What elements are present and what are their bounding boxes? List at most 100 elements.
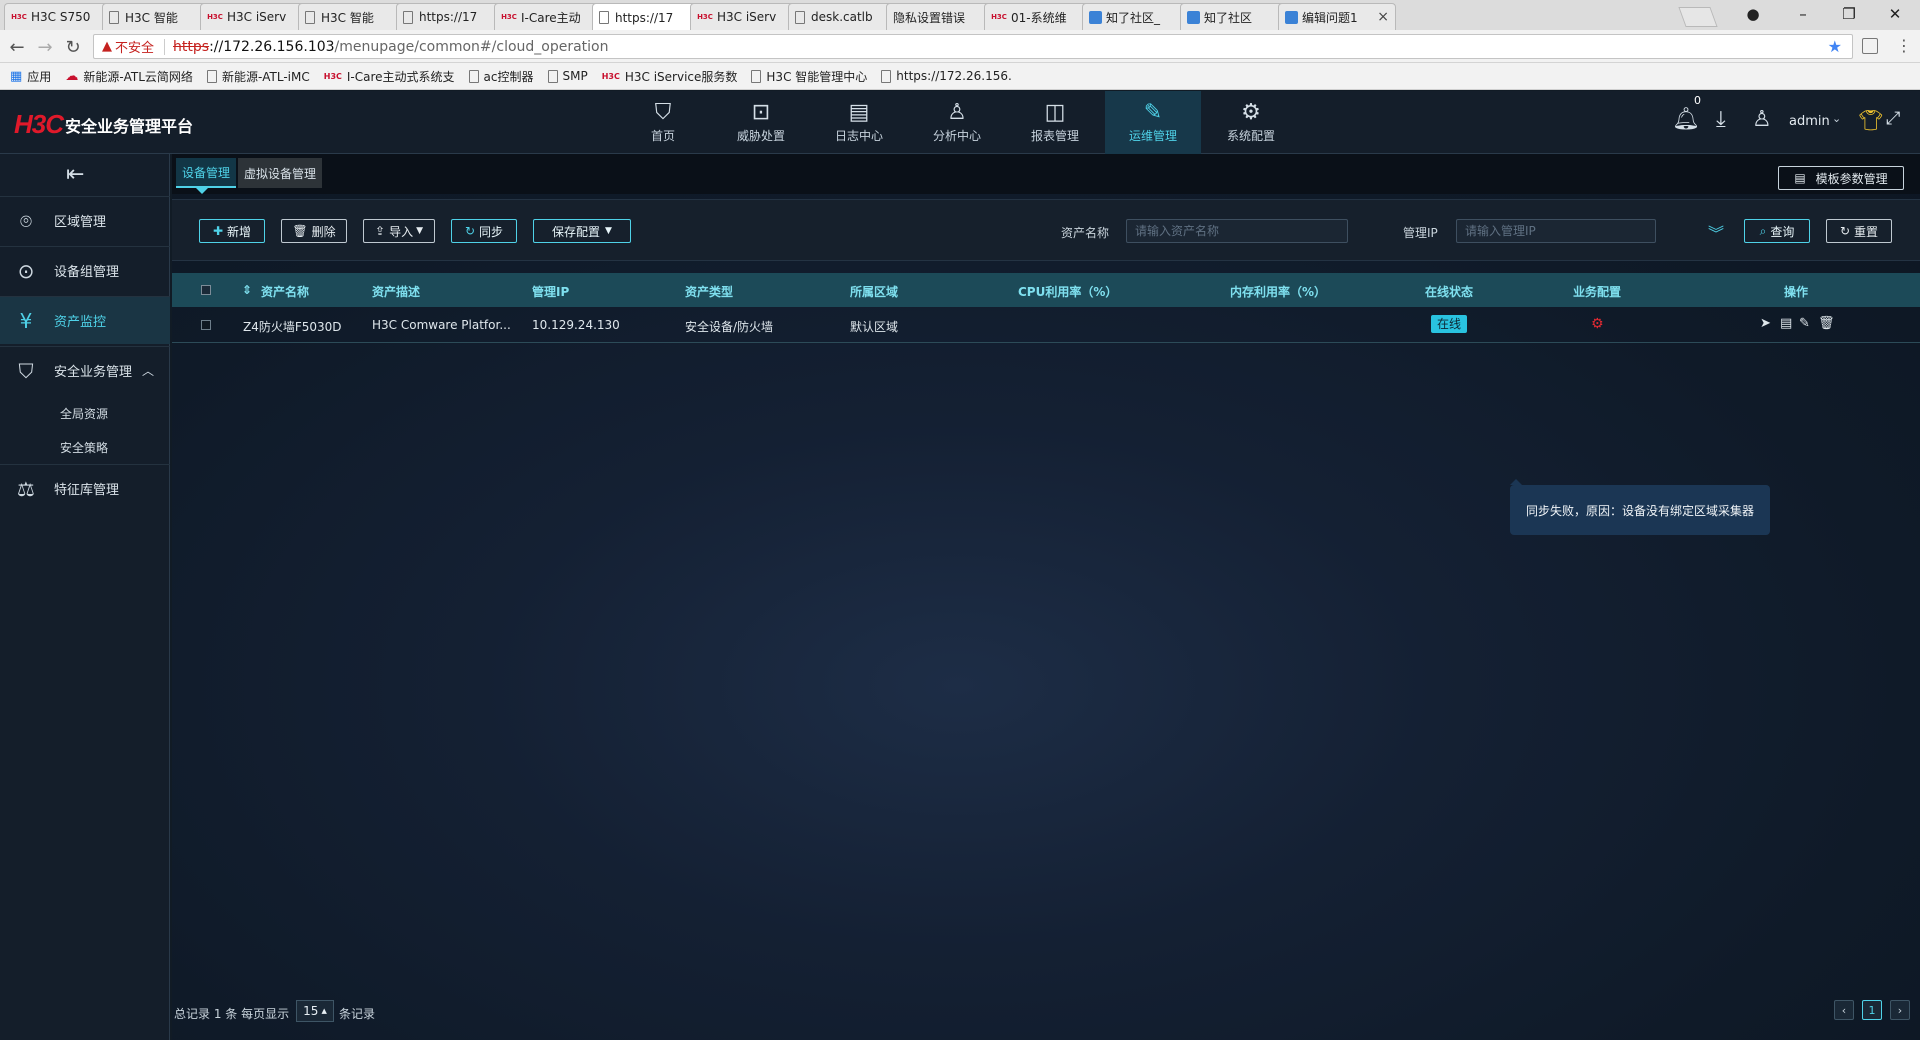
url-input[interactable]: ▲ 不安全 https ://172.26.156.103 /menupage/… xyxy=(93,34,1853,59)
import-button[interactable]: ⇪ 导入 ▼ xyxy=(363,219,435,243)
sidebar-subitem-global-resources[interactable]: 全局资源 xyxy=(60,405,108,422)
bookmark-item[interactable]: H3C I-Care主动式系统支 xyxy=(324,68,455,85)
close-icon[interactable]: × xyxy=(1377,9,1389,25)
delete-button[interactable]: 🗑︎ 删除 xyxy=(281,219,347,243)
col-asset-name[interactable]: 资产名称 xyxy=(261,283,309,300)
window-close-icon[interactable]: ✕ xyxy=(1872,2,1918,26)
add-button[interactable]: ✚ 新增 xyxy=(199,219,265,243)
query-button[interactable]: ⌕ 查询 xyxy=(1744,219,1810,243)
h3c-favicon: H3C xyxy=(697,13,713,21)
bookmark-item[interactable]: H3C 智能管理中心 xyxy=(751,68,867,85)
cell-asset-name[interactable]: Z4防火墙F5030D xyxy=(243,318,342,335)
sync-error-tooltip: 同步失败，原因：设备没有绑定区域采集器 xyxy=(1510,485,1770,535)
bookmark-apps[interactable]: ▦ 应用 xyxy=(10,68,51,85)
browser-menu-icon[interactable]: ⋮ xyxy=(1896,36,1912,55)
nav-label: 报表管理 xyxy=(1030,129,1079,143)
row-checkbox[interactable] xyxy=(201,320,211,330)
sort-icon[interactable]: ⇕ xyxy=(242,283,252,297)
chevron-down-icon[interactable]: ⌄ xyxy=(1832,112,1841,125)
doc-icon xyxy=(547,69,558,83)
sidebar-subitem-security-policy[interactable]: 安全策略 xyxy=(60,439,108,456)
bookmark-item[interactable]: ac控制器 xyxy=(468,68,534,85)
sidebar-item-asset-monitor[interactable]: ¥ 资产监控 xyxy=(0,296,170,344)
table-row[interactable]: Z4防火墙F5030D H3C Comware Platfor... 10.12… xyxy=(172,307,1920,343)
trash-icon[interactable]: 🗑︎ xyxy=(1818,316,1835,331)
fullscreen-icon[interactable]: ⤢ xyxy=(1886,108,1900,129)
sync-button[interactable]: ↻ 同步 xyxy=(451,219,517,243)
doc-icon xyxy=(305,10,315,24)
mgmt-ip-input[interactable] xyxy=(1456,219,1656,243)
bookmark-item[interactable]: 新能源-ATL-iMC xyxy=(206,68,310,85)
bookmark-item[interactable]: SMP xyxy=(547,69,588,83)
bookmark-label: 新能源-ATL云简网络 xyxy=(83,69,193,84)
nav-operations[interactable]: ✎ 运维管理 xyxy=(1105,91,1201,154)
col-online-status: 在线状态 xyxy=(1425,285,1474,299)
extension-icon[interactable] xyxy=(1862,38,1878,54)
bookmark-label: SMP xyxy=(562,69,588,83)
bell-icon[interactable]: 🔔︎ xyxy=(1672,107,1700,132)
asset-name-input[interactable] xyxy=(1126,219,1348,243)
divider xyxy=(164,38,166,55)
user-icon[interactable]: ♙ xyxy=(1752,107,1772,132)
collapse-menu-icon[interactable]: ⇤ xyxy=(66,162,84,187)
prev-page-button[interactable]: ‹ xyxy=(1834,1000,1854,1020)
app-title: 安全业务管理平台 xyxy=(65,116,194,136)
nav-system-config[interactable]: ⚙ 系统配置 xyxy=(1203,91,1299,154)
reload-icon[interactable]: ↻ xyxy=(62,36,84,58)
bookmark-label: https://172.26.156. xyxy=(896,69,1012,83)
reset-button[interactable]: ↻ 重置 xyxy=(1826,219,1892,243)
toolbar: ✚新增 🗑︎删除 ⇪导入▼ ↻同步 保存配置▼ 资产名称 管理IP ︾ ⌕查询 … xyxy=(172,199,1920,261)
detail-list-icon[interactable]: ▤ xyxy=(1780,316,1792,331)
tab-title: 知了社区 xyxy=(1204,10,1253,25)
restore-icon[interactable]: ❐ xyxy=(1826,2,1872,26)
nav-reports[interactable]: ◫ 报表管理 xyxy=(1007,91,1103,154)
sidebar-item-security-business[interactable]: ⛉ 安全业务管理 ︿ xyxy=(0,346,170,394)
bookmark-item[interactable]: H3C H3C iService服务数 xyxy=(602,68,738,85)
browser-tab[interactable]: 编辑问题1 × xyxy=(1278,3,1396,30)
download-icon[interactable]: ⤓ xyxy=(1716,107,1726,132)
pagination: 总记录 1 条 每页显示 15 ▲ 条记录 ‹ 1 › xyxy=(172,996,1920,1026)
doc-icon xyxy=(109,10,119,24)
bookmark-star-icon[interactable]: ★ xyxy=(1828,37,1842,56)
profile-icon[interactable]: ● xyxy=(1730,2,1776,26)
col-memory: 内存利用率（%） xyxy=(1230,285,1327,299)
tab-title: H3C 智能 xyxy=(125,10,178,25)
new-tab-button[interactable] xyxy=(1678,7,1718,27)
nav-home[interactable]: ⛉ 首页 xyxy=(615,91,711,154)
app-logo[interactable]: H3C 安全业务管理平台 xyxy=(14,109,193,140)
url-scheme: https xyxy=(173,38,210,55)
save-config-button[interactable]: 保存配置 ▼ xyxy=(533,219,631,243)
threat-icon: ⊡ xyxy=(751,100,771,125)
nav-log-center[interactable]: ▤ 日志中心 xyxy=(811,91,907,154)
col-region: 所属区域 xyxy=(850,285,899,299)
next-page-button[interactable]: › xyxy=(1890,1000,1910,1020)
nav-analysis[interactable]: ♙ 分析中心 xyxy=(909,91,1005,154)
minimize-icon[interactable]: – xyxy=(1780,2,1826,26)
send-icon[interactable]: ➤ xyxy=(1760,316,1771,331)
sidebar-item-region[interactable]: ⌾ 区域管理 xyxy=(0,196,170,244)
h3c-logo: H3C xyxy=(14,109,64,139)
tab-title: H3C iServ xyxy=(717,10,777,24)
bookmark-item[interactable]: ☁ 新能源-ATL云简网络 xyxy=(65,68,193,85)
tab-virtual-device-management[interactable]: 虚拟设备管理 xyxy=(238,158,323,188)
trash-icon: 🗑︎ xyxy=(292,224,308,238)
bookmark-item[interactable]: https://172.26.156. xyxy=(881,69,1012,83)
template-params-button[interactable]: ▤ 模板参数管理 xyxy=(1778,166,1904,190)
select-all-checkbox[interactable] xyxy=(201,285,211,295)
page-size-select[interactable]: 15 ▲ xyxy=(296,1000,334,1022)
doc-icon xyxy=(403,10,413,24)
not-secure-label[interactable]: 不安全 xyxy=(115,37,154,56)
tab-device-management[interactable]: 设备管理 xyxy=(176,158,237,188)
page-1-button[interactable]: 1 xyxy=(1862,1000,1882,1020)
expand-filters-icon[interactable]: ︾ xyxy=(1708,220,1724,244)
config-error-gear-icon[interactable]: ⚙ xyxy=(1591,316,1604,332)
back-icon[interactable]: ← xyxy=(6,36,28,58)
edit-icon[interactable]: ✎ xyxy=(1799,316,1810,331)
nav-threat[interactable]: ⊡ 威胁处置 xyxy=(713,91,809,154)
username[interactable]: admin xyxy=(1789,114,1830,129)
theme-shirt-icon[interactable]: 👕︎ xyxy=(1858,108,1883,132)
sidebar-item-device-group[interactable]: ⊙ 设备组管理 xyxy=(0,246,170,294)
forward-icon[interactable]: → xyxy=(34,36,56,58)
signature-icon: ⚖ xyxy=(17,476,35,501)
sidebar-item-signature-db[interactable]: ⚖ 特征库管理 xyxy=(0,464,170,512)
